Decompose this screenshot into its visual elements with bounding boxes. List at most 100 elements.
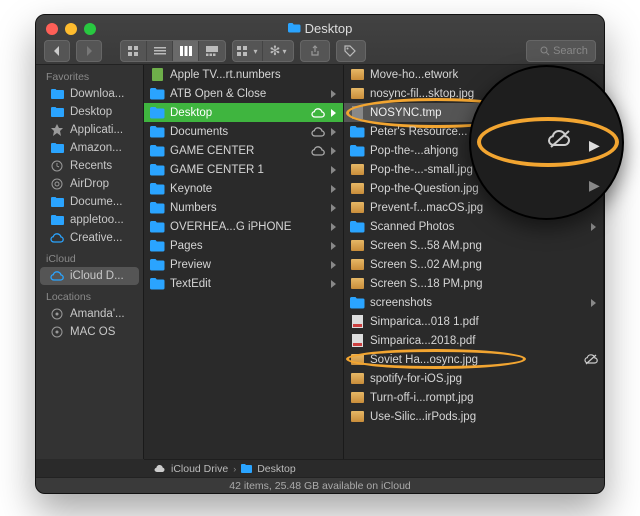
file-row[interactable]: Preview <box>144 255 343 274</box>
cloud-icon <box>310 127 326 137</box>
sidebar-group-label: iCloud <box>36 247 143 267</box>
image-file-icon <box>350 277 365 290</box>
chevron-right-icon <box>331 128 339 136</box>
folder-icon <box>150 277 165 290</box>
file-name: Screen S...18 PM.png <box>370 278 599 290</box>
app-icon <box>50 124 64 136</box>
file-row[interactable]: Soviet Ha...osync.jpg <box>344 350 603 369</box>
file-row[interactable]: Keynote <box>144 179 343 198</box>
file-name: Screen S...02 AM.png <box>370 259 599 271</box>
file-row[interactable]: Screen S...58 AM.png <box>344 236 603 255</box>
search-field[interactable]: Search <box>526 40 596 62</box>
file-row[interactable]: Turn-off-i...rompt.jpg <box>344 388 603 407</box>
tmp-file-icon <box>350 106 365 119</box>
folder-icon <box>350 220 365 233</box>
sidebar-item[interactable]: Amanda'... <box>40 305 139 323</box>
file-row[interactable]: GAME CENTER <box>144 141 343 160</box>
sidebar-item[interactable]: Creative... <box>40 229 139 247</box>
sidebar-item[interactable]: Docume... <box>40 193 139 211</box>
tags-button[interactable] <box>336 40 366 62</box>
folder-icon <box>350 125 365 138</box>
sidebar-item[interactable]: appletoo... <box>40 211 139 229</box>
airdrop-icon <box>50 178 64 190</box>
sidebar-group-label: Favorites <box>36 65 143 85</box>
document-file-icon <box>150 68 165 81</box>
icon-view-button[interactable] <box>121 41 147 61</box>
sidebar-item-label: iCloud D... <box>70 270 124 282</box>
sidebar-item[interactable]: AirDrop <box>40 175 139 193</box>
file-row[interactable]: spotify-for-iOS.jpg <box>344 369 603 388</box>
sidebar-item[interactable]: Recents <box>40 157 139 175</box>
view-switcher[interactable] <box>120 40 226 62</box>
forward-button[interactable] <box>76 40 102 62</box>
image-file-icon <box>350 239 365 252</box>
file-row[interactable]: OVERHEA...G iPHONE <box>144 217 343 236</box>
file-name: Simparica...2018.pdf <box>370 335 599 347</box>
chevron-right-icon <box>331 223 339 231</box>
disk-icon <box>50 308 64 320</box>
path-seg-2[interactable]: Desktop <box>257 463 296 475</box>
file-row[interactable]: Apple TV...rt.numbers <box>144 65 343 84</box>
file-name: Screen S...58 AM.png <box>370 240 599 252</box>
file-row[interactable]: Desktop <box>144 103 343 122</box>
file-row[interactable]: Screen S...18 PM.png <box>344 274 603 293</box>
folder-icon <box>50 142 64 154</box>
file-name: Documents <box>170 126 305 138</box>
sidebar-item[interactable]: MAC OS <box>40 323 139 341</box>
file-name: Simparica...018 1.pdf <box>370 316 599 328</box>
file-name: Use-Silic...irPods.jpg <box>370 411 599 423</box>
column-1[interactable]: Apple TV...rt.numbers ATB Open & CloseDes… <box>144 65 344 459</box>
file-row[interactable]: Screen S...02 AM.png <box>344 255 603 274</box>
arrange-group[interactable]: ▾ ✻▾ <box>232 40 294 62</box>
file-row[interactable]: Simparica...018 1.pdf <box>344 312 603 331</box>
sidebar-item[interactable]: Amazon... <box>40 139 139 157</box>
folder-icon <box>150 144 165 157</box>
sidebar-item[interactable]: iCloud D... <box>40 267 139 285</box>
chevron-right-icon: ▶ <box>589 137 600 154</box>
file-name: Scanned Photos <box>370 221 586 233</box>
gallery-view-button[interactable] <box>199 41 225 61</box>
file-row[interactable]: Simparica...2018.pdf <box>344 331 603 350</box>
path-bar[interactable]: iCloud Drive › Desktop <box>144 459 604 477</box>
cloud-icon <box>310 146 326 156</box>
path-seg-1[interactable]: iCloud Drive <box>171 463 228 475</box>
file-row[interactable]: TextEdit <box>144 274 343 293</box>
status-bar: 42 items, 25.48 GB available on iCloud <box>36 477 604 493</box>
file-name: Apple TV...rt.numbers <box>170 69 339 81</box>
action-button[interactable]: ✻▾ <box>263 41 293 61</box>
share-button[interactable] <box>300 40 330 62</box>
file-row[interactable]: GAME CENTER 1 <box>144 160 343 179</box>
file-row[interactable]: Documents <box>144 122 343 141</box>
cloud-icon <box>50 270 64 282</box>
file-row[interactable]: ATB Open & Close <box>144 84 343 103</box>
file-row[interactable]: Pages <box>144 236 343 255</box>
arrange-button[interactable]: ▾ <box>233 41 263 61</box>
chevron-right-icon: ▶ <box>589 177 600 194</box>
file-row[interactable]: Scanned Photos <box>344 217 603 236</box>
image-file-icon <box>350 353 365 366</box>
file-row[interactable]: Use-Silic...irPods.jpg <box>344 407 603 426</box>
file-name: TextEdit <box>170 278 326 290</box>
cloud-slash-icon <box>583 354 599 365</box>
file-name: spotify-for-iOS.jpg <box>370 373 599 385</box>
image-file-icon <box>350 87 365 100</box>
sidebar-item[interactable]: Downloa... <box>40 85 139 103</box>
file-name: Numbers <box>170 202 326 214</box>
image-file-icon <box>350 410 365 423</box>
sidebar-item[interactable]: Desktop <box>40 103 139 121</box>
file-row[interactable]: screenshots <box>344 293 603 312</box>
toolbar: ▾ ✻▾ Search <box>36 38 604 64</box>
file-name: GAME CENTER 1 <box>170 164 326 176</box>
chevron-right-icon <box>591 299 599 307</box>
folder-icon <box>350 144 365 157</box>
chevron-right-icon <box>591 223 599 231</box>
list-view-button[interactable] <box>147 41 173 61</box>
sidebar-item[interactable]: Applicati... <box>40 121 139 139</box>
file-name: GAME CENTER <box>170 145 305 157</box>
image-file-icon <box>350 163 365 176</box>
file-row[interactable]: Numbers <box>144 198 343 217</box>
back-button[interactable] <box>44 40 70 62</box>
sidebar-item-label: Applicati... <box>70 124 123 136</box>
pdf-file-icon <box>350 315 365 328</box>
column-view-button[interactable] <box>173 41 199 61</box>
